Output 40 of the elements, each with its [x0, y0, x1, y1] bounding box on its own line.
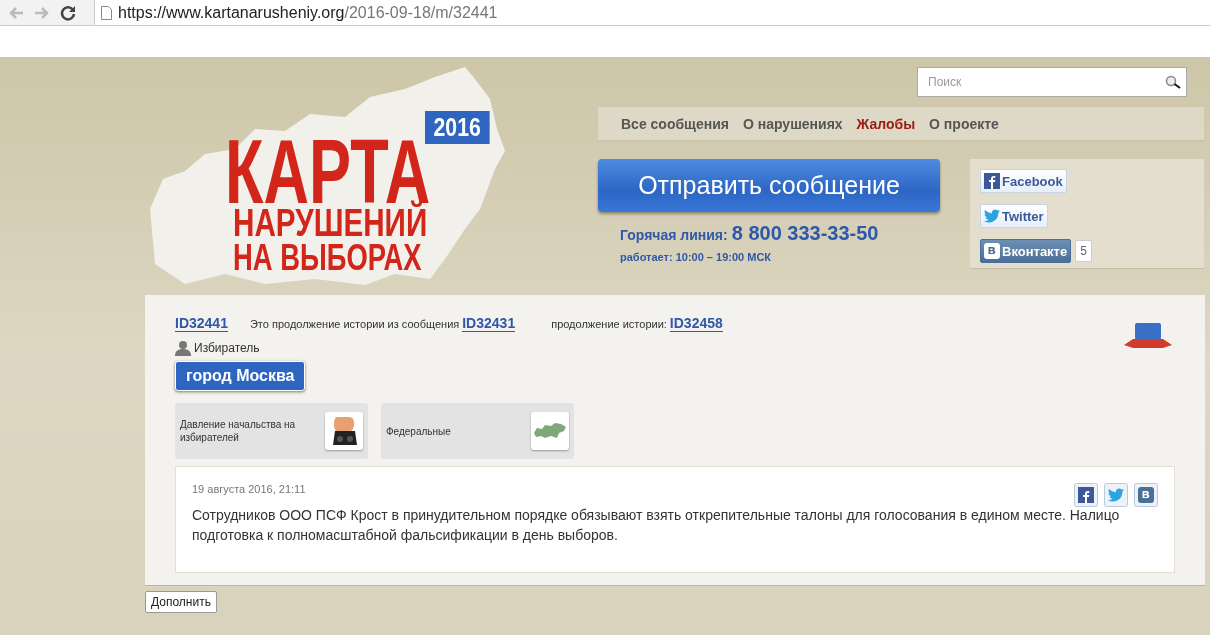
hotline-hours: работает: 10:00 – 19:00 МСК — [620, 251, 773, 263]
category-tag[interactable]: Давление начальства на избирателей — [175, 403, 368, 459]
nav-link[interactable]: О проекте — [929, 115, 999, 132]
hotline-label: Горячая линия: — [620, 227, 728, 243]
reload-icon[interactable] — [60, 4, 76, 21]
continuation-text: продолжение истории: — [551, 318, 667, 330]
logo-subtitle: НА ВЫБОРАХ — [233, 244, 422, 272]
post-text: Сотрудников ООО ПСФ Крост в принудительном порядке обязывают взять открепительные талоны для голосования в едином месте. Налицо подготовка к полномасштабной фальсификации в день выборов. — [192, 506, 1121, 546]
page-icon — [101, 5, 112, 20]
facebook-icon[interactable] — [1074, 483, 1098, 507]
post-date: 19 августа 2016, 21:11 — [192, 483, 307, 495]
send-message-button[interactable]: Отправить сообщение — [598, 159, 940, 212]
hotline-phone: 8 800 333-33-50 — [731, 222, 879, 244]
share-button[interactable]: Вконтакте — [980, 239, 1072, 263]
vk-icon[interactable] — [1134, 483, 1158, 507]
share-button[interactable]: Facebook — [980, 169, 1067, 193]
category-label: Федеральные — [386, 424, 452, 438]
nav-link[interactable]: О нарушениях — [742, 115, 843, 132]
category-label: Давление начальства на избирателей — [180, 418, 297, 444]
message-id-link[interactable]: ID32458 — [669, 315, 723, 332]
region-tag[interactable]: город Москва — [175, 361, 306, 391]
message-id-link[interactable]: ID32431 — [462, 315, 516, 332]
nav-link[interactable]: Жалобы — [856, 115, 916, 132]
add-button[interactable]: Дополнить — [145, 591, 217, 613]
share-count: 5 — [1075, 240, 1092, 262]
nav-link[interactable]: Все сообщения — [621, 115, 729, 132]
logo-year: 2016 — [425, 111, 490, 144]
bird-icon[interactable] — [1104, 483, 1128, 507]
bird-icon — [984, 209, 1000, 223]
search-field[interactable]: Поиск — [917, 67, 1187, 97]
share-button[interactable]: Twitter — [980, 204, 1048, 228]
continued-from-text: Это продолжение истории из сообщения — [249, 318, 460, 330]
facebook-icon — [984, 173, 1000, 189]
person-icon — [175, 340, 191, 356]
vk-icon — [984, 243, 1000, 259]
author-role: Избиратель — [194, 341, 260, 355]
search-icon[interactable] — [1165, 75, 1181, 89]
message-id-link[interactable]: ID32441 — [175, 315, 228, 332]
map-icon — [533, 421, 567, 441]
category-tag[interactable]: Федеральные — [381, 403, 574, 459]
